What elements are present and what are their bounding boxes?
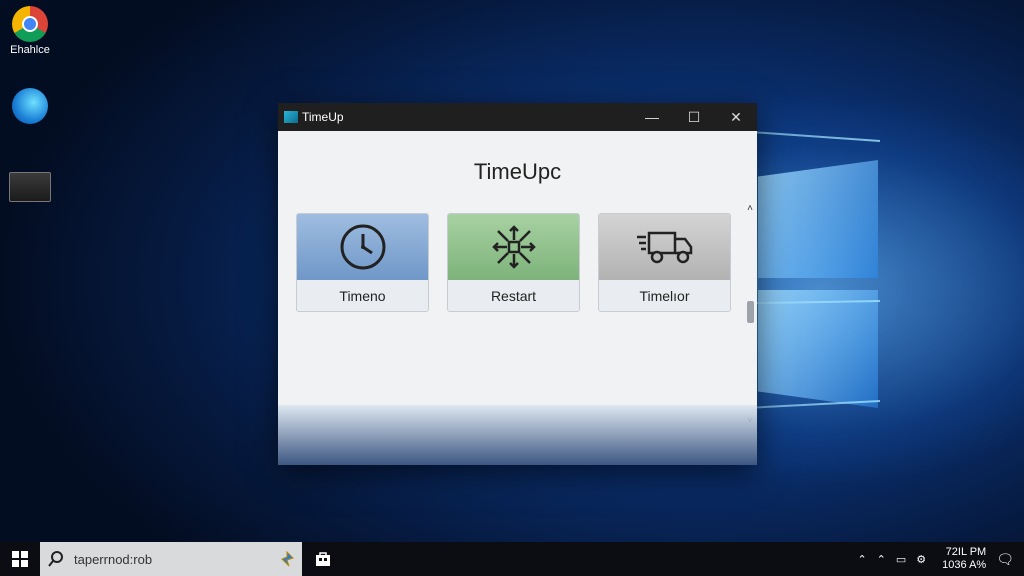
start-button[interactable] — [0, 542, 40, 576]
clock[interactable]: 72IL PM 1036 A% — [942, 546, 986, 572]
scroll-up-arrow[interactable]: ˄ — [747, 203, 753, 214]
window-content: TimeUpc Timeno Restart Timelıor ˄ — [278, 131, 757, 465]
app-icon — [284, 111, 298, 123]
card-icon-area — [448, 214, 579, 280]
desktop-icon-chrome[interactable]: Ehahlce — [6, 6, 54, 56]
card-icon-area — [599, 214, 730, 280]
battery-icon[interactable]: ▭ — [896, 553, 906, 566]
timelior-card[interactable]: Timelıor — [598, 213, 731, 312]
title-bar[interactable]: TimeUp — ☐ ✕ — [278, 103, 757, 131]
taskbar: taperrnod:rob ⌃ ⌃ ▭ ⚙ 72IL PM 1036 A% 🗨 — [0, 542, 1024, 576]
desktop-icon-vm[interactable] — [6, 172, 54, 204]
settings-icon[interactable]: ⚙ — [916, 553, 926, 566]
search-icon — [48, 551, 63, 567]
clock-date: 1036 A% — [942, 559, 987, 571]
system-tray: ⌃ ⌃ ▭ ⚙ 72IL PM 1036 A% 🗨 — [857, 546, 1024, 572]
timeno-card[interactable]: Timeno — [296, 213, 429, 312]
app-title: TimeUpc — [473, 159, 562, 184]
card-label: Timeno — [297, 280, 428, 311]
chrome-icon — [12, 6, 48, 42]
desktop-icon-edge[interactable] — [6, 88, 54, 126]
network-icon[interactable]: ⌃ — [877, 553, 886, 566]
search-input[interactable]: taperrnod:rob — [74, 552, 280, 567]
timeup-window: TimeUp — ☐ ✕ TimeUpc Timeno Restart Time… — [278, 103, 757, 465]
cortana-icon[interactable] — [280, 551, 294, 567]
card-label: Restart — [448, 280, 579, 311]
vm-icon — [9, 172, 51, 202]
maximize-button[interactable]: ☐ — [673, 103, 715, 131]
close-button[interactable]: ✕ — [715, 103, 757, 131]
card-icon-area — [297, 214, 428, 280]
minimize-button[interactable]: — — [631, 103, 673, 131]
window-title: TimeUp — [302, 110, 344, 124]
edge-icon — [12, 88, 48, 124]
restart-card[interactable]: Restart — [447, 213, 580, 312]
scrollbar-thumb[interactable] — [747, 301, 754, 323]
restart-arrows-icon — [491, 225, 536, 269]
card-label: Timelıor — [599, 280, 730, 311]
truck-icon — [636, 231, 692, 264]
desktop-icon-label: Ehahlce — [10, 44, 50, 56]
store-button[interactable] — [302, 551, 344, 567]
taskbar-search-box[interactable]: taperrnod:rob — [40, 542, 302, 576]
window-bottom-fade — [278, 405, 757, 465]
notifications-icon[interactable]: 🗨 — [996, 551, 1014, 568]
clock-time: 72IL PM — [945, 546, 987, 558]
clock-icon — [340, 224, 385, 270]
windows-start-icon — [12, 551, 28, 567]
chevron-up-icon[interactable]: ⌃ — [857, 553, 866, 566]
store-icon — [316, 552, 330, 566]
